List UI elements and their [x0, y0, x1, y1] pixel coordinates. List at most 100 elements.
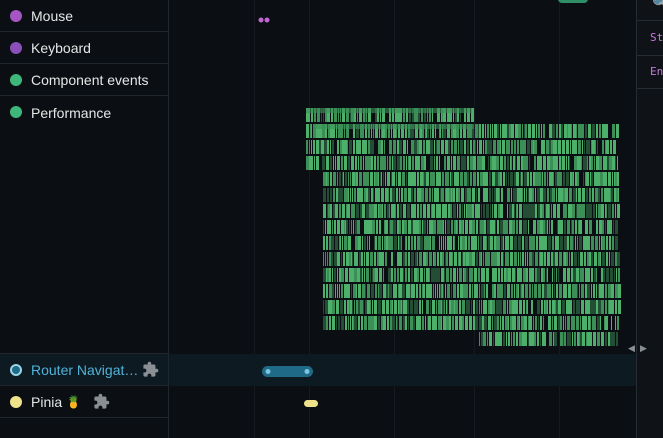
performance-event-bar[interactable] — [344, 300, 346, 314]
performance-event-bar[interactable] — [454, 300, 455, 314]
performance-event-bar[interactable] — [535, 316, 537, 330]
performance-event-bar[interactable] — [340, 300, 343, 314]
performance-event-bar[interactable] — [452, 252, 453, 266]
performance-event-bar[interactable] — [437, 140, 440, 154]
performance-event-bar[interactable] — [396, 188, 398, 202]
performance-event-bar[interactable] — [614, 172, 615, 186]
performance-event-bar[interactable] — [560, 172, 562, 186]
performance-event-bar[interactable] — [360, 268, 362, 282]
performance-event-bar[interactable] — [469, 220, 472, 234]
performance-event-bar[interactable] — [457, 188, 458, 202]
performance-event-bar[interactable] — [323, 316, 326, 330]
performance-event-bar[interactable] — [366, 268, 369, 282]
performance-event-bar[interactable] — [472, 252, 475, 266]
performance-event-bar[interactable] — [314, 124, 474, 129]
performance-event-bar[interactable] — [605, 220, 606, 234]
performance-event-bar[interactable] — [496, 236, 498, 250]
performance-event-bar[interactable] — [509, 300, 512, 314]
performance-event-bar[interactable] — [496, 300, 499, 314]
performance-event-bar[interactable] — [601, 204, 604, 218]
performance-event-bar[interactable] — [454, 140, 457, 154]
performance-event-bar[interactable] — [497, 220, 499, 234]
performance-event-bar[interactable] — [447, 172, 449, 186]
performance-event-bar[interactable] — [349, 252, 351, 266]
performance-event-bar[interactable] — [382, 300, 385, 314]
performance-event-bar[interactable] — [426, 172, 429, 186]
performance-event-bar[interactable] — [542, 284, 543, 298]
performance-event-bar[interactable] — [548, 204, 549, 218]
performance-event-bar[interactable] — [495, 220, 496, 234]
performance-event-bar[interactable] — [479, 300, 480, 314]
performance-event-bar[interactable] — [523, 204, 525, 218]
performance-event-bar[interactable] — [347, 140, 348, 154]
performance-event-bar[interactable] — [479, 316, 482, 330]
performance-event-bar[interactable] — [408, 268, 410, 282]
performance-event-bar[interactable] — [381, 316, 383, 330]
performance-event-bar[interactable] — [418, 220, 419, 234]
performance-event-bar[interactable] — [613, 332, 614, 346]
performance-event-bar[interactable] — [486, 268, 489, 282]
performance-event-bar[interactable] — [483, 140, 484, 154]
performance-event-bar[interactable] — [585, 156, 587, 170]
performance-event-bar[interactable] — [329, 252, 331, 266]
performance-event-bar[interactable] — [492, 268, 495, 282]
performance-event-bar[interactable] — [612, 124, 615, 138]
performance-event-bar[interactable] — [397, 140, 399, 154]
performance-event-bar[interactable] — [516, 300, 517, 314]
performance-event-bar[interactable] — [610, 188, 611, 202]
performance-event-bar[interactable] — [417, 172, 419, 186]
performance-event-bar[interactable] — [552, 236, 554, 250]
performance-event-bar[interactable] — [413, 220, 416, 234]
performance-event-bar[interactable] — [327, 172, 329, 186]
performance-event-bar[interactable] — [354, 268, 357, 282]
performance-event-bar[interactable] — [518, 124, 521, 138]
performance-event-bar[interactable] — [306, 108, 472, 113]
performance-event-bar[interactable] — [516, 284, 518, 298]
performance-event-bar[interactable] — [344, 156, 347, 170]
performance-event-bar[interactable] — [401, 236, 402, 250]
performance-event-bar[interactable] — [453, 188, 455, 202]
performance-event-bar[interactable] — [488, 316, 491, 330]
performance-event-bar[interactable] — [337, 252, 340, 266]
performance-event-bar[interactable] — [406, 236, 407, 250]
performance-event-bar[interactable] — [597, 172, 600, 186]
performance-event-bar[interactable] — [467, 140, 469, 154]
performance-event-bar[interactable] — [471, 300, 472, 314]
performance-event-bar[interactable] — [478, 268, 480, 282]
performance-event-bar[interactable] — [522, 188, 523, 202]
performance-event-bar[interactable] — [332, 300, 335, 314]
performance-event-bar[interactable] — [506, 268, 508, 282]
performance-event-bar[interactable] — [411, 140, 412, 154]
performance-event-bar[interactable] — [537, 268, 540, 282]
performance-event-bar[interactable] — [378, 172, 379, 186]
performance-event-bar[interactable] — [379, 204, 382, 218]
performance-event-bar[interactable] — [335, 156, 336, 170]
performance-event-bar[interactable] — [328, 204, 330, 218]
performance-event-bar[interactable] — [453, 268, 456, 282]
performance-event-bar[interactable] — [347, 204, 350, 218]
performance-event-bar[interactable] — [380, 156, 383, 170]
performance-event-bar[interactable] — [474, 236, 477, 250]
performance-event-bar[interactable] — [475, 204, 476, 218]
performance-event-bar[interactable] — [569, 156, 570, 170]
performance-event-bar[interactable] — [589, 156, 590, 170]
performance-event-bar[interactable] — [438, 204, 441, 218]
performance-event-bar[interactable] — [538, 284, 539, 298]
performance-event-bar[interactable] — [515, 156, 516, 170]
performance-event-bar[interactable] — [377, 156, 379, 170]
performance-event-bar[interactable] — [510, 236, 513, 250]
performance-event-bar[interactable] — [476, 220, 478, 234]
performance-event-bar[interactable] — [572, 140, 574, 154]
performance-event-bar[interactable] — [580, 268, 581, 282]
performance-event-bar[interactable] — [559, 252, 562, 266]
performance-event-bar[interactable] — [408, 220, 411, 234]
performance-event-bar[interactable] — [405, 236, 406, 250]
performance-event-bar[interactable] — [552, 124, 555, 138]
performance-event-bar[interactable] — [599, 284, 601, 298]
performance-event-bar[interactable] — [413, 172, 416, 186]
performance-event-bar[interactable] — [476, 204, 479, 218]
performance-event-bar[interactable] — [372, 220, 375, 234]
performance-event-bar[interactable] — [473, 316, 475, 330]
performance-event-bar[interactable] — [545, 220, 547, 234]
performance-event-bar[interactable] — [514, 316, 516, 330]
